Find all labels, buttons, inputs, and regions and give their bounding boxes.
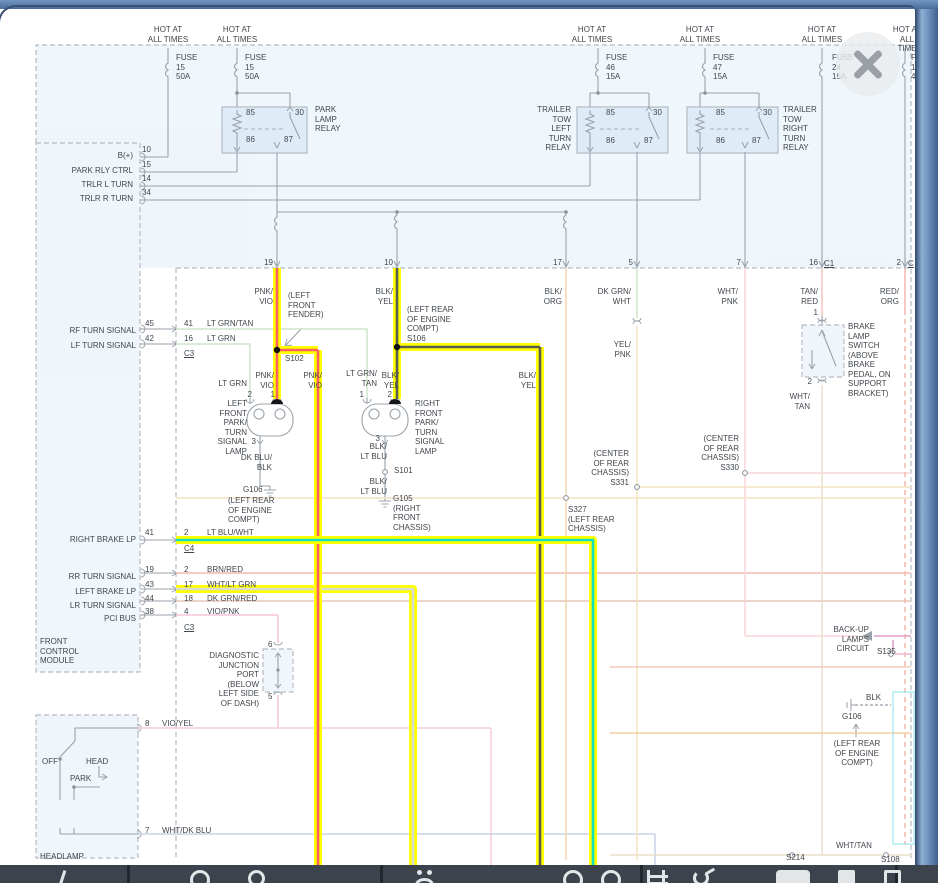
zoom-out-icon[interactable] — [563, 870, 583, 883]
lamp-symbols — [247, 404, 408, 436]
wiring-svg — [0, 0, 938, 865]
search-icon[interactable] — [190, 870, 210, 883]
diagram-viewer: HOT AT ALL TIMESHOT AT ALL TIMESHOT AT A… — [0, 0, 938, 883]
window-icon[interactable] — [884, 870, 901, 883]
bottom-toolbar — [0, 865, 938, 883]
zoom-in-icon[interactable] — [601, 870, 621, 883]
share-icon[interactable] — [693, 870, 709, 883]
scrollbar-track[interactable] — [915, 9, 938, 883]
user-icon[interactable] — [248, 870, 265, 883]
highlighted-wires — [176, 268, 593, 865]
window-top-edge — [0, 0, 938, 9]
close-button[interactable] — [836, 32, 900, 96]
menu-dots-icon[interactable] — [415, 870, 441, 883]
pages-icon[interactable] — [776, 870, 810, 883]
toolbar-divider — [127, 865, 130, 883]
grid-icon[interactable] — [647, 870, 665, 883]
stop-icon[interactable] — [838, 870, 855, 883]
toolbar-divider — [640, 865, 643, 883]
pointer-icon[interactable] — [57, 870, 67, 883]
pale-wires — [138, 268, 914, 865]
module-tints — [36, 45, 911, 858]
toolbar-divider — [380, 865, 383, 883]
